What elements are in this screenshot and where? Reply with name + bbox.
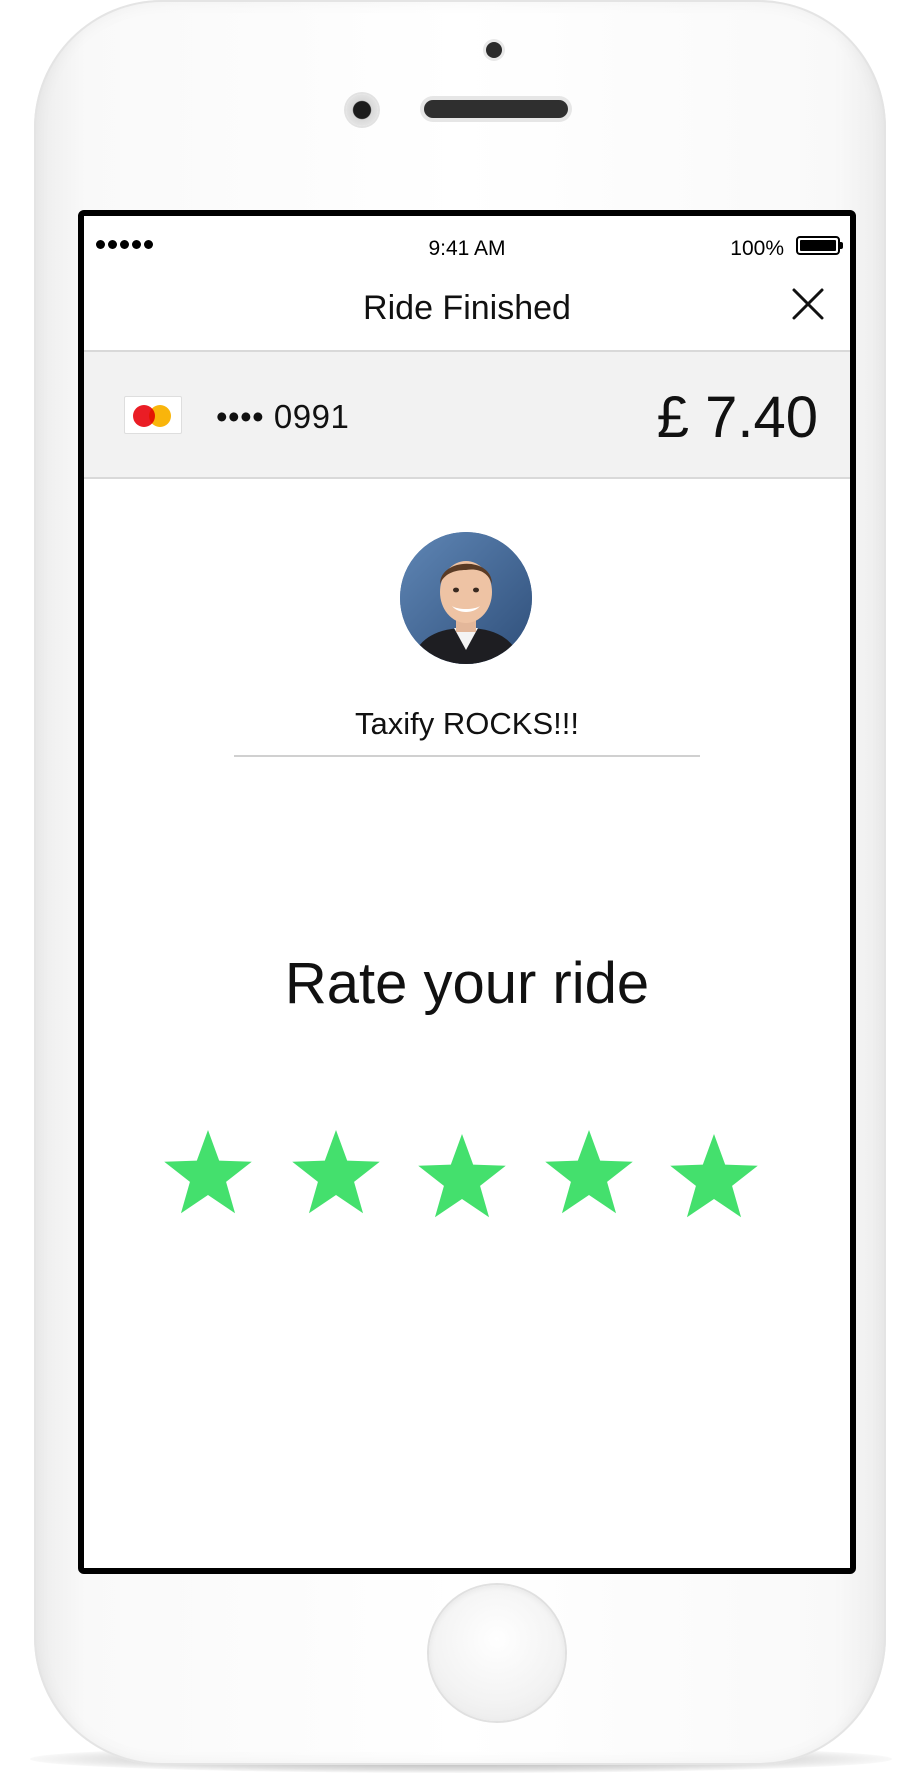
home-button[interactable] xyxy=(429,1585,565,1721)
ride-fare: £ 7.40 xyxy=(656,385,818,450)
status-bar: 9:41 AM 100% xyxy=(84,216,850,260)
star-4-icon[interactable] xyxy=(541,1126,637,1222)
comment-field[interactable]: Taxify ROCKS!!! xyxy=(234,706,700,746)
star-2-icon[interactable] xyxy=(288,1126,384,1222)
star-rating xyxy=(160,1126,780,1226)
comment-underline xyxy=(234,755,700,757)
mastercard-icon xyxy=(124,396,182,434)
phone-screen: 9:41 AM 100% Ride Finished •••• 0991 £ 7… xyxy=(78,210,856,1574)
payment-summary[interactable]: •••• 0991 £ 7.40 xyxy=(84,352,850,479)
star-3-icon[interactable] xyxy=(414,1130,510,1226)
close-icon[interactable] xyxy=(790,286,826,322)
star-1-icon[interactable] xyxy=(160,1126,256,1222)
proximity-sensor xyxy=(486,42,502,58)
driver-avatar xyxy=(400,532,532,664)
front-camera xyxy=(346,94,378,126)
card-number: •••• 0991 xyxy=(216,398,350,435)
navigation-bar: Ride Finished xyxy=(84,256,850,352)
star-5-icon[interactable] xyxy=(666,1130,762,1226)
battery-icon xyxy=(796,236,843,255)
rate-title: Rate your ride xyxy=(284,951,650,1016)
page-title: Ride Finished xyxy=(363,289,571,327)
earpiece-speaker xyxy=(424,100,568,118)
